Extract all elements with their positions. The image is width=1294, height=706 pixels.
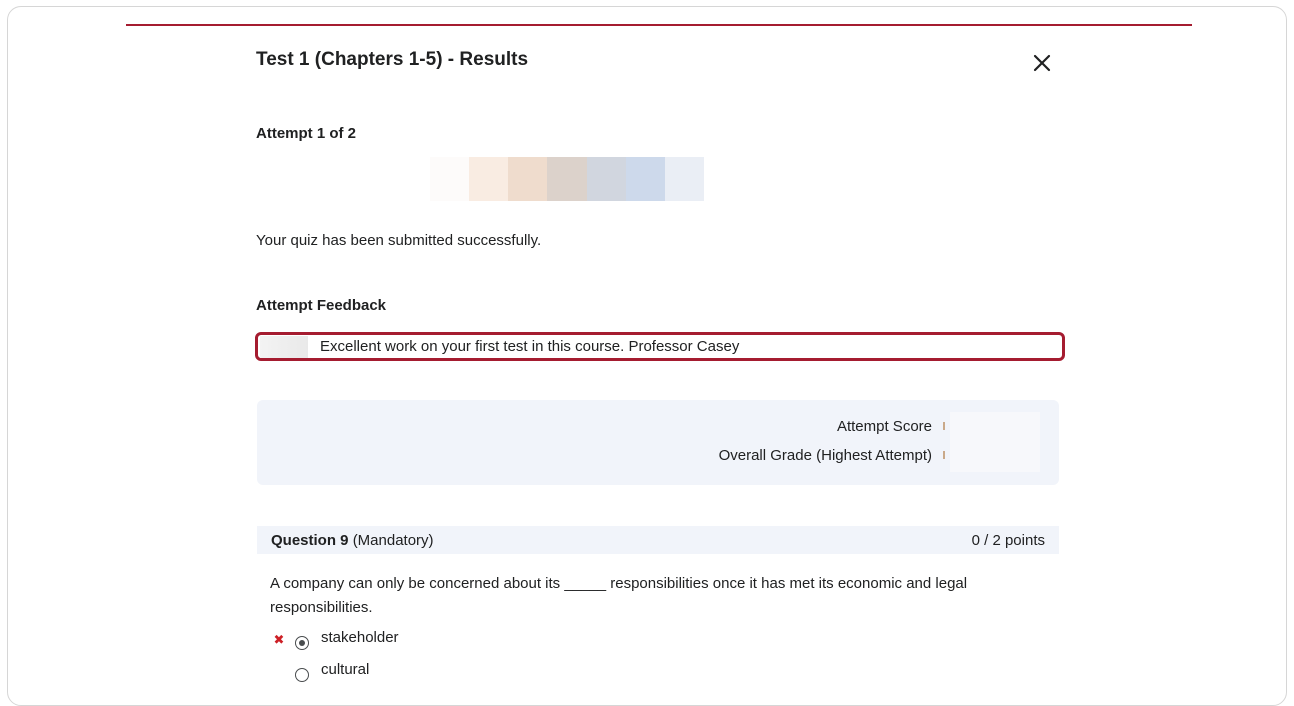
overall-grade-label: Overall Grade (Highest Attempt) bbox=[718, 447, 932, 464]
feedback-box: Excellent work on your first test in thi… bbox=[255, 332, 1065, 361]
answer-option: ✖ stakeholder bbox=[272, 629, 399, 650]
question-points: 0 / 2 points bbox=[971, 531, 1045, 549]
option-label: cultural bbox=[321, 661, 370, 678]
attempt-score-label: Attempt Score bbox=[836, 418, 932, 435]
attempt-score-marker bbox=[943, 422, 945, 430]
question-name: Question 9 bbox=[271, 531, 349, 549]
question-text: A company can only be concerned about it… bbox=[270, 575, 968, 616]
radio-button-selected bbox=[295, 635, 309, 650]
redacted-image bbox=[430, 157, 704, 201]
results-dialog: Test 1 (Chapters 1-5) - Results Attempt … bbox=[7, 6, 1287, 706]
answer-option: cultural bbox=[272, 661, 370, 682]
question-header: Question 9 (Mandatory) 0 / 2 points bbox=[257, 526, 1059, 554]
close-icon[interactable] bbox=[1028, 49, 1056, 77]
overall-grade-marker bbox=[943, 451, 945, 459]
option-label: stakeholder bbox=[321, 629, 399, 646]
dialog-title: Test 1 (Chapters 1-5) - Results bbox=[256, 49, 529, 70]
redacted-avatar bbox=[260, 335, 308, 358]
score-panel: Attempt Score Overall Grade (Highest Att… bbox=[257, 400, 1059, 485]
redacted-score-values bbox=[950, 412, 1040, 472]
attempt-label: Attempt 1 of 2 bbox=[256, 125, 357, 142]
incorrect-icon: ✖ bbox=[273, 631, 285, 647]
feedback-heading: Attempt Feedback bbox=[256, 297, 387, 314]
submission-status: Your quiz has been submitted successfull… bbox=[256, 232, 542, 249]
radio-button bbox=[295, 667, 309, 682]
close-button[interactable] bbox=[1028, 49, 1056, 77]
question-qualifier: (Mandatory) bbox=[352, 531, 434, 549]
feedback-text: Excellent work on your first test in thi… bbox=[320, 338, 740, 355]
dialog-accent-bar bbox=[126, 24, 1192, 26]
